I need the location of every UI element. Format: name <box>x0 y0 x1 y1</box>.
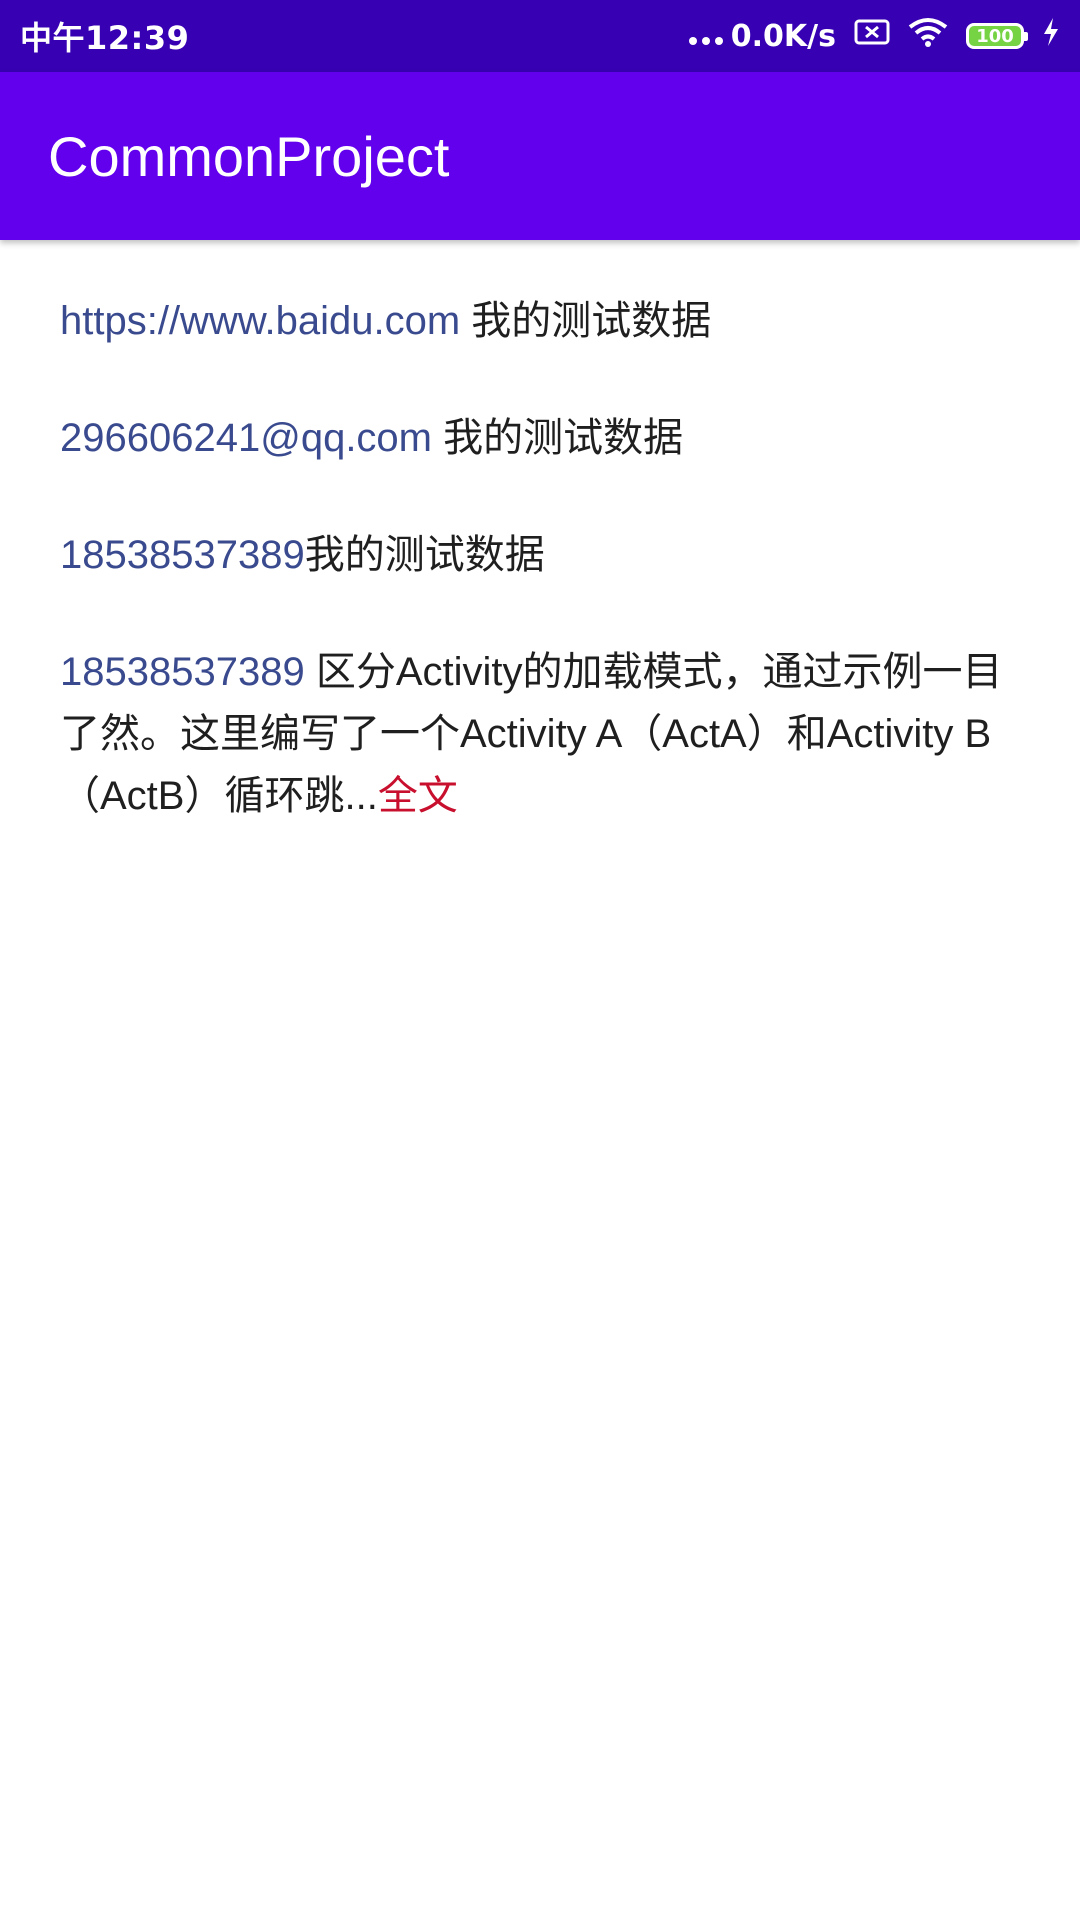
row-text: 我的测试数据 <box>432 416 684 460</box>
text-row-phone: 18538537389我的测试数据 <box>60 524 1030 586</box>
content-list: https://www.baidu.com 我的测试数据 296606241@q… <box>60 290 1030 882</box>
signal-dots-icon <box>688 37 723 45</box>
network-speed: 0.0K/s <box>688 18 836 54</box>
text-row-email: 296606241@qq.com 我的测试数据 <box>60 407 1030 469</box>
status-icons: 0.0K/s 100 <box>688 17 1060 55</box>
text-row-expandable: 18538537389 区分Activity的加载模式，通过示例一目了然。这里编… <box>60 641 1030 827</box>
expand-full-text-link[interactable]: 全文 <box>378 774 458 818</box>
email-link[interactable]: 296606241@qq.com <box>60 416 432 460</box>
network-speed-value: 0.0K/s <box>730 18 836 54</box>
charging-icon <box>1042 17 1060 55</box>
url-link[interactable]: https://www.baidu.com <box>60 299 460 343</box>
phone-link[interactable]: 18538537389 <box>60 533 305 577</box>
app-bar: CommonProject <box>0 72 1080 240</box>
row-text: 我的测试数据 <box>304 533 545 577</box>
wifi-icon <box>908 17 948 55</box>
phone-link[interactable]: 18538537389 <box>60 650 305 694</box>
battery-level: 100 <box>966 23 1028 49</box>
row-text: 我的测试数据 <box>460 299 712 343</box>
app-title: CommonProject <box>48 124 450 188</box>
status-bar: 中午12:39 0.0K/s 100 <box>0 0 1080 72</box>
status-time: 中午12:39 <box>20 19 190 57</box>
text-row-url: https://www.baidu.com 我的测试数据 <box>60 290 1030 352</box>
battery-icon: 100 <box>966 23 1028 49</box>
sim-card-icon <box>854 18 890 54</box>
